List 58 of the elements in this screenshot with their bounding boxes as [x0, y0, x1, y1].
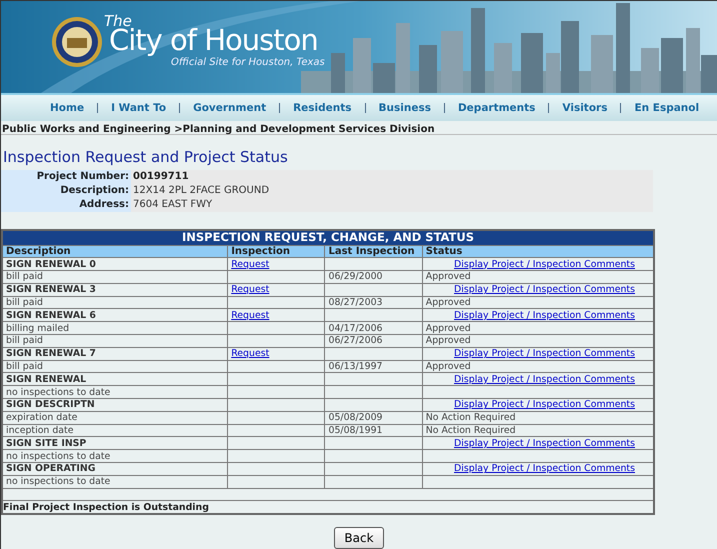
header-text: The	[104, 14, 132, 29]
field-label: Address:	[1, 198, 131, 212]
table-cell: SIGN RENEWAL 7	[2, 347, 228, 360]
field-value: 00199711	[131, 170, 653, 184]
table-cell: SIGN OPERATING	[2, 462, 228, 476]
table-cell: 06/27/2006	[324, 334, 422, 348]
nav-link[interactable]: En Espanol	[621, 95, 712, 121]
back-button[interactable]: Back	[334, 526, 384, 549]
table-cell: Approved	[422, 334, 654, 348]
column-header: Last Inspection	[324, 245, 422, 258]
table-cell: bill paid	[2, 296, 228, 309]
table-cell: billing mailed	[2, 322, 228, 335]
nav-link[interactable]: Residents	[280, 95, 365, 121]
table-cell: no inspections to date	[2, 450, 228, 463]
field-value: 7604 EAST FWY	[131, 198, 653, 212]
table-cell: No Action Required	[422, 411, 654, 424]
table-cell: SIGN RENEWAL 0	[2, 258, 228, 271]
table-cell: No Action Required	[422, 424, 654, 437]
table-cell: 05/08/2009	[324, 411, 422, 424]
table-cell: Approved	[422, 322, 654, 335]
nav-link[interactable]: Departments	[444, 95, 548, 121]
table-cell: 08/27/2003	[324, 296, 422, 309]
table-cell: bill paid	[2, 334, 228, 348]
field-label: Project Number:	[1, 170, 131, 184]
table-cell: Approved	[422, 270, 654, 284]
breadcrumb: Public Works and Engineering >Planning and Development Services Division	[1, 121, 717, 135]
seal-icon	[51, 16, 103, 68]
nav-link[interactable]: I Want To	[98, 95, 180, 121]
column-header: Inspection	[228, 245, 325, 258]
table-cell: SIGN RENEWAL	[2, 372, 228, 386]
table-cell: 04/17/2006	[324, 322, 422, 335]
table-cell: inception date	[2, 424, 228, 437]
table-title: INSPECTION REQUEST, CHANGE, AND STATUS	[2, 230, 654, 245]
table-cell: Approved	[422, 296, 654, 309]
table-cell: no inspections to date	[2, 386, 228, 399]
nav-link[interactable]: Business	[366, 95, 444, 121]
site-tagline: Official Site for Houston, Texas	[171, 58, 325, 68]
table-cell: 06/13/1997	[324, 360, 422, 373]
column-header: Description	[2, 245, 228, 258]
column-header: Status	[422, 245, 654, 258]
table-cell: bill paid	[2, 360, 228, 373]
field-value: 12X14 2PL 2FACE GROUND	[131, 184, 653, 198]
table-cell: expiration date	[2, 411, 228, 424]
table-cell: SIGN RENEWAL 6	[2, 308, 228, 322]
table-cell: bill paid	[2, 270, 228, 284]
nav-link[interactable]: Home	[37, 95, 98, 121]
table-cell: Approved	[422, 360, 654, 373]
page-title: Inspection Request and Project Status	[3, 148, 289, 166]
site-title: City of Houston	[109, 26, 318, 55]
table-cell: no inspections to date	[2, 475, 228, 488]
nav-link[interactable]: Government	[180, 95, 280, 121]
table-cell: 05/08/1991	[324, 424, 422, 437]
field-label: Description:	[1, 184, 131, 198]
table-cell: 06/29/2000	[324, 270, 422, 284]
table-cell: SIGN RENEWAL 3	[2, 283, 228, 296]
table-cell: SIGN SITE INSP	[2, 436, 228, 450]
table-cell: SIGN DESCRIPTN	[2, 398, 228, 412]
nav-link[interactable]: Visitors	[549, 95, 620, 121]
